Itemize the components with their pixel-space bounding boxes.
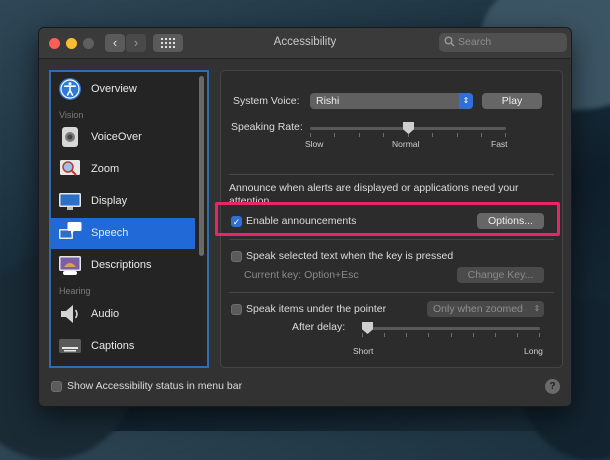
slider-tick bbox=[432, 133, 433, 137]
after-delay-label: After delay: bbox=[292, 321, 346, 333]
change-key-button[interactable]: Change Key... bbox=[457, 267, 544, 283]
slider-tick bbox=[334, 133, 335, 137]
slider-tick bbox=[310, 133, 311, 137]
checkmark-icon: ✓ bbox=[232, 217, 241, 227]
slider-tick bbox=[505, 133, 506, 137]
updown-chevron-icon: ⇕ bbox=[459, 93, 473, 109]
search-placeholder: Search bbox=[458, 36, 492, 48]
announce-description: Announce when alerts are displayed or ap… bbox=[229, 182, 519, 207]
sidebar-item-label: Display bbox=[91, 195, 128, 207]
speech-icon bbox=[59, 222, 82, 239]
sidebar-category-vision: Vision bbox=[59, 110, 84, 120]
slider-tick bbox=[451, 333, 452, 337]
current-key-label: Current key: Option+Esc bbox=[244, 269, 359, 281]
accessibility-icon bbox=[59, 78, 81, 100]
sidebar-item-overview[interactable]: Overview bbox=[51, 74, 195, 105]
speak-selected-checkbox[interactable] bbox=[231, 251, 242, 262]
speak-pointer-label[interactable]: Speak items under the pointer bbox=[246, 303, 386, 315]
display-icon bbox=[59, 193, 81, 210]
enable-announcements-checkbox[interactable]: ✓ bbox=[231, 216, 242, 227]
descriptions-icon bbox=[59, 256, 81, 275]
options-button[interactable]: Options... bbox=[477, 213, 544, 229]
speaking-rate-knob[interactable] bbox=[403, 122, 414, 134]
slider-tick bbox=[517, 333, 518, 337]
slider-tick bbox=[495, 333, 496, 337]
speak-selected-label[interactable]: Speak selected text when the key is pres… bbox=[246, 250, 453, 262]
accessibility-window: ‹ › Accessibility Search Overview Vision… bbox=[38, 27, 572, 407]
slider-tick bbox=[473, 333, 474, 337]
system-voice-label: System Voice: bbox=[233, 95, 300, 107]
sidebar-item-label: Descriptions bbox=[91, 259, 152, 271]
sidebar-item-label: Captions bbox=[91, 340, 135, 352]
separator bbox=[229, 174, 554, 175]
sidebar-item-captions[interactable]: Captions bbox=[51, 331, 195, 362]
title-bar: ‹ › Accessibility Search bbox=[39, 28, 571, 59]
slider-tick bbox=[383, 133, 384, 137]
pointer-mode-value: Only when zoomed bbox=[433, 303, 523, 315]
speaking-rate-label: Speaking Rate: bbox=[231, 121, 303, 133]
show-status-checkbox[interactable] bbox=[51, 381, 62, 392]
enable-announcements-label[interactable]: Enable announcements bbox=[246, 215, 356, 227]
speaker-icon bbox=[61, 305, 78, 323]
updown-chevron-icon: ⇕ bbox=[530, 301, 544, 317]
sidebar-item-display[interactable]: Display bbox=[51, 186, 195, 217]
show-status-label[interactable]: Show Accessibility status in menu bar bbox=[67, 380, 242, 392]
zoom-icon bbox=[60, 160, 80, 176]
rate-slow-label: Slow bbox=[305, 139, 324, 149]
slider-tick bbox=[481, 133, 482, 137]
voiceover-icon bbox=[62, 127, 78, 147]
system-voice-value: Rishi bbox=[316, 95, 340, 107]
sidebar-item-descriptions[interactable]: Descriptions bbox=[51, 250, 195, 281]
play-button[interactable]: Play bbox=[482, 93, 542, 109]
delay-short-label: Short bbox=[353, 346, 374, 356]
sidebar-scrollbar[interactable] bbox=[199, 76, 204, 256]
slider-track bbox=[362, 327, 540, 330]
pointer-mode-popup[interactable]: Only when zoomed ⇕ bbox=[427, 301, 544, 317]
delay-slider[interactable] bbox=[362, 322, 540, 350]
delay-long-label: Long bbox=[524, 346, 543, 356]
sidebar-item-label: Audio bbox=[91, 308, 120, 320]
sidebar-item-label: Zoom bbox=[91, 163, 120, 175]
slider-tick bbox=[457, 133, 458, 137]
captions-icon bbox=[59, 339, 81, 353]
sidebar-item-label: VoiceOver bbox=[91, 131, 142, 143]
slider-tick bbox=[406, 333, 407, 337]
separator bbox=[229, 292, 554, 293]
system-voice-popup[interactable]: Rishi ⇕ bbox=[310, 93, 473, 109]
rate-fast-label: Fast bbox=[491, 139, 508, 149]
sidebar-item-audio[interactable]: Audio bbox=[51, 299, 195, 330]
help-button[interactable]: ? bbox=[545, 379, 560, 394]
search-icon bbox=[444, 36, 455, 47]
speech-panel: System Voice: Rishi ⇕ Play Speaking Rate… bbox=[220, 70, 563, 368]
slider-tick bbox=[384, 333, 385, 337]
speak-pointer-checkbox[interactable] bbox=[231, 304, 242, 315]
sidebar-item-label: Overview bbox=[91, 83, 137, 95]
delay-knob[interactable] bbox=[362, 322, 373, 334]
sidebar-item-label: Speech bbox=[91, 227, 129, 239]
rate-normal-label: Normal bbox=[392, 139, 420, 149]
sidebar: Overview Vision VoiceOver Zoom Display S… bbox=[49, 70, 209, 368]
separator bbox=[229, 239, 554, 240]
sidebar-category-hearing: Hearing bbox=[59, 286, 91, 296]
slider-tick bbox=[539, 333, 540, 337]
slider-tick bbox=[362, 333, 363, 337]
slider-tick bbox=[359, 133, 360, 137]
sidebar-item-zoom[interactable]: Zoom bbox=[51, 154, 195, 185]
search-field[interactable]: Search bbox=[439, 33, 567, 52]
sidebar-item-speech[interactable]: Speech bbox=[51, 218, 195, 249]
slider-tick bbox=[428, 333, 429, 337]
sidebar-item-voiceover[interactable]: VoiceOver bbox=[51, 122, 195, 153]
